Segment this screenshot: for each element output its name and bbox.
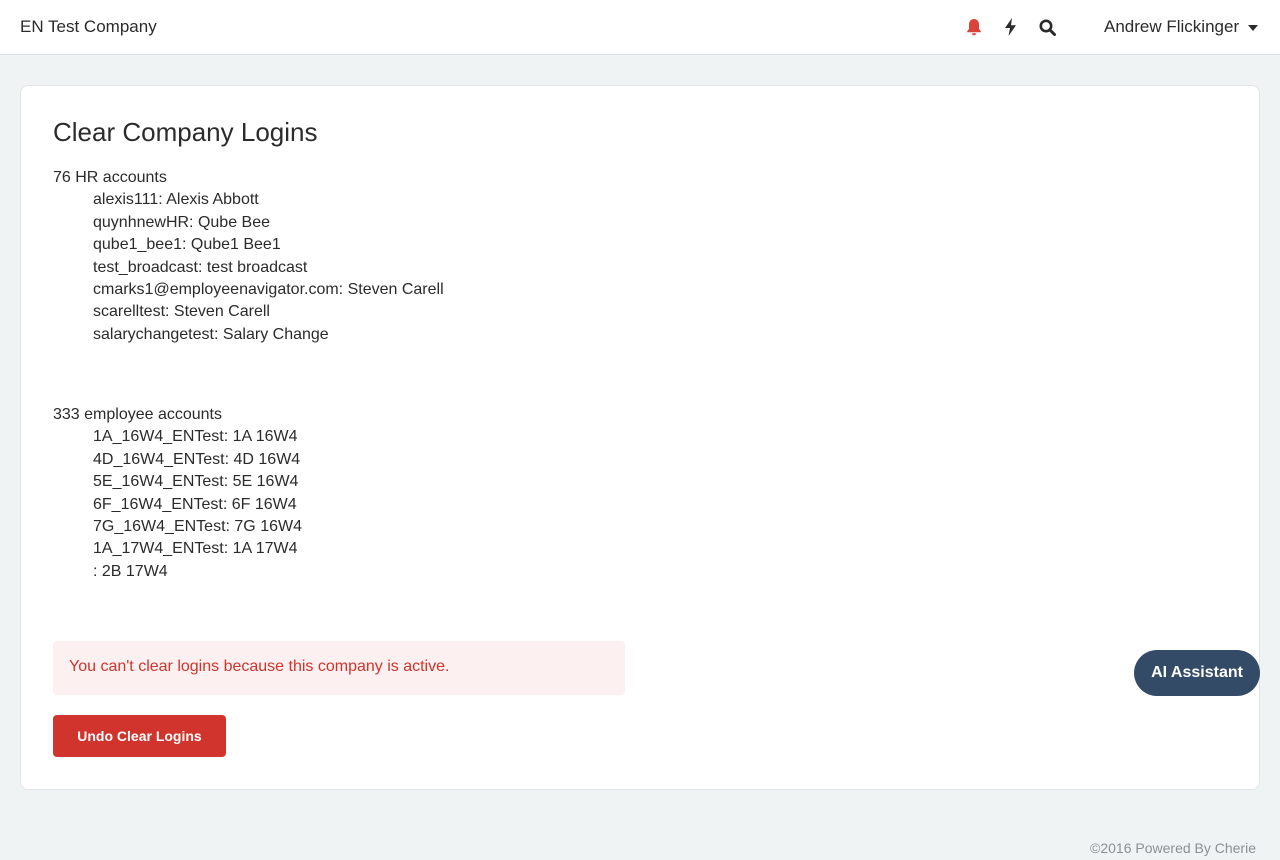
user-menu[interactable]: Andrew Flickinger bbox=[1104, 17, 1259, 37]
hr-accounts-section: 76 HR accounts alexis111: Alexis Abbott … bbox=[53, 167, 444, 346]
employee-account-item: 7G_16W4_ENTest: 7G 16W4 bbox=[93, 518, 302, 536]
error-alert: You can't clear logins because this comp… bbox=[53, 641, 625, 695]
company-name[interactable]: EN Test Company bbox=[20, 17, 157, 37]
footer-text: ©2016 Powered By Cherie bbox=[1090, 840, 1256, 856]
ai-assistant-button[interactable]: AI Assistant bbox=[1134, 650, 1260, 696]
employee-accounts-heading: 333 employee accounts bbox=[53, 406, 222, 423]
search-icon[interactable] bbox=[1036, 16, 1058, 38]
employee-account-item: 4D_16W4_ENTest: 4D 16W4 bbox=[93, 450, 301, 468]
top-navbar: EN Test Company Andrew Flickinger bbox=[0, 0, 1280, 55]
hr-account-item: salarychangetest: Salary Change bbox=[93, 325, 329, 343]
employee-account-item: 5E_16W4_ENTest: 5E 16W4 bbox=[93, 473, 299, 491]
undo-clear-logins-button[interactable]: Undo Clear Logins bbox=[53, 715, 226, 757]
hr-account-item: test_broadcast: test broadcast bbox=[93, 258, 308, 276]
page-title: Clear Company Logins bbox=[53, 117, 318, 147]
bell-icon[interactable] bbox=[963, 16, 985, 38]
employee-account-item: : 2B 17W4 bbox=[93, 562, 168, 580]
employee-account-item: 1A_17W4_ENTest: 1A 17W4 bbox=[93, 540, 298, 558]
user-name: Andrew Flickinger bbox=[1104, 17, 1240, 36]
lightning-icon[interactable] bbox=[999, 16, 1021, 38]
hr-account-item: cmarks1@employeenavigator.com: Steven Ca… bbox=[93, 281, 444, 299]
hr-account-item: quynhnewHR: Qube Bee bbox=[93, 213, 270, 231]
employee-account-item: 1A_16W4_ENTest: 1A 16W4 bbox=[93, 428, 298, 446]
hr-accounts-heading: 76 HR accounts bbox=[53, 169, 167, 186]
main-card: Clear Company Logins 76 HR accounts alex… bbox=[20, 85, 1260, 790]
employee-account-item: 6F_16W4_ENTest: 6F 16W4 bbox=[93, 495, 297, 513]
hr-account-item: alexis111: Alexis Abbott bbox=[93, 191, 259, 209]
employee-accounts-section: 333 employee accounts 1A_16W4_ENTest: 1A… bbox=[53, 404, 302, 583]
caret-down-icon bbox=[1248, 24, 1259, 31]
hr-account-item: scarelltest: Steven Carell bbox=[93, 303, 270, 321]
hr-account-item: qube1_bee1: Qube1 Bee1 bbox=[93, 236, 281, 254]
